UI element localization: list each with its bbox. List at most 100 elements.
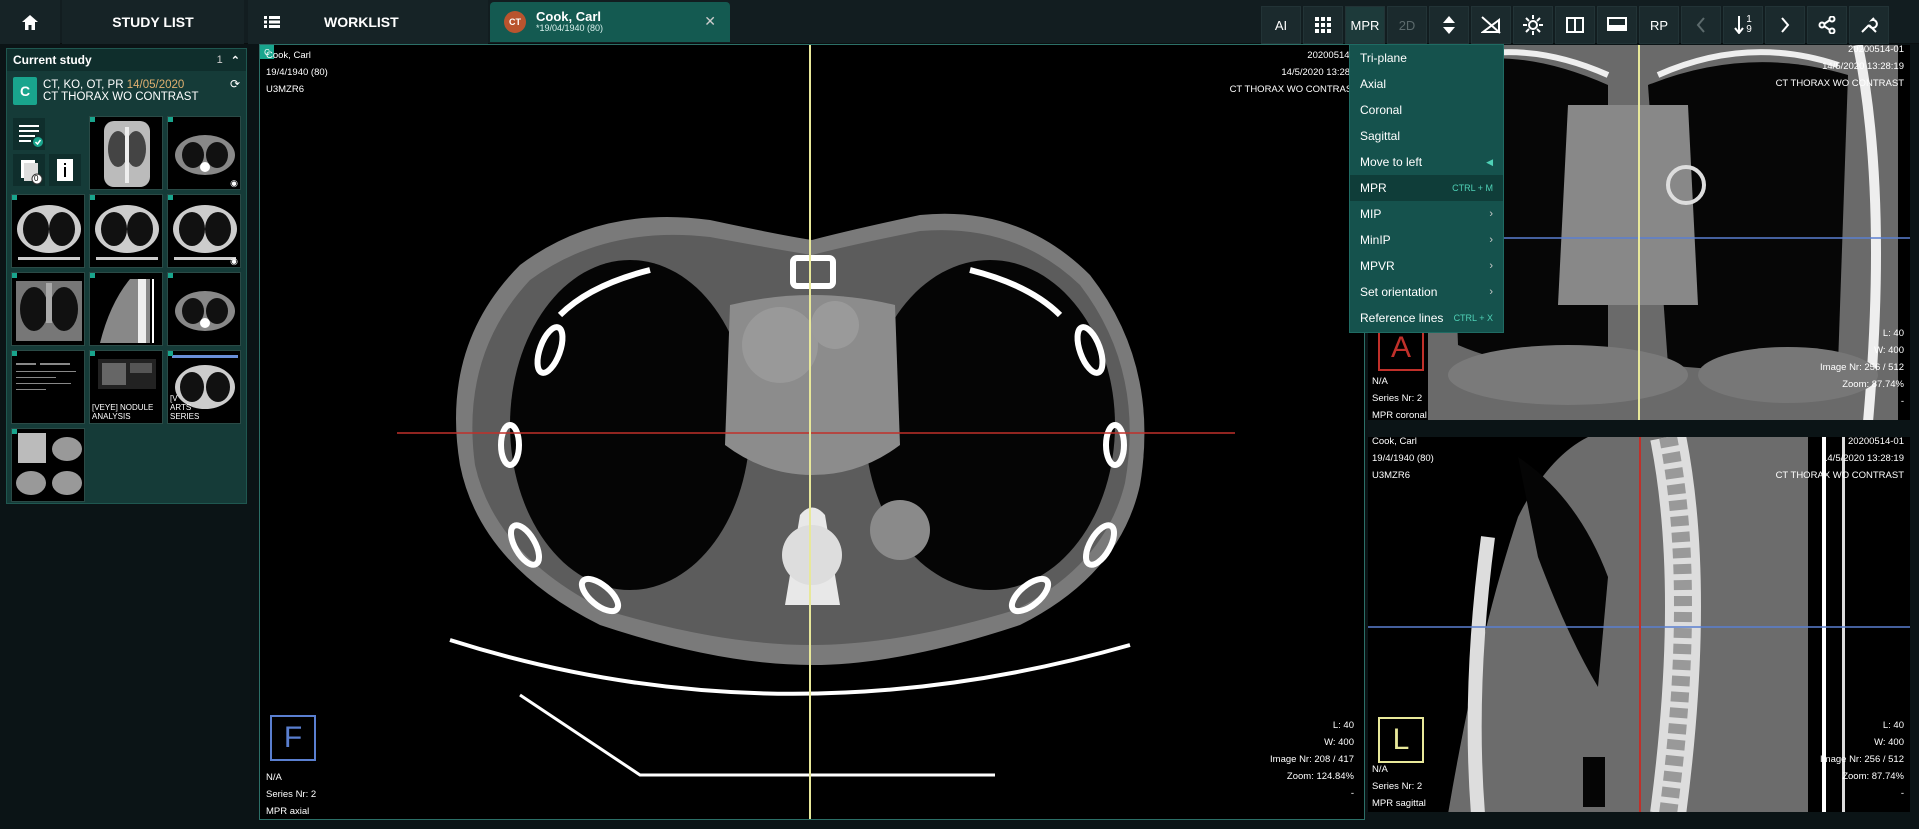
sagittal-series-info: N/A Series Nr: 2 MPR sagittal [1372, 761, 1426, 812]
menu-item-sagittal[interactable]: Sagittal [1350, 123, 1503, 149]
rp-button[interactable]: RP [1639, 6, 1679, 44]
thumb-axial-2[interactable] [167, 272, 241, 346]
study-datetime: 14/5/2020 13:28:1 [1281, 67, 1358, 78]
chevron-right-icon: › [1489, 286, 1493, 298]
thumb-scout[interactable] [89, 116, 163, 190]
thumb-coronal[interactable] [11, 272, 85, 346]
thumb-lung-1[interactable] [11, 194, 85, 268]
toolbar: AI MPR 2D RP 19 [1261, 6, 1889, 44]
thumb-report[interactable]: 0 [11, 116, 85, 190]
menu-item-mpvr[interactable]: MPVR › [1350, 253, 1503, 279]
coronal-window-info: L: 40 W: 400 Image Nr: 256 / 512 Zoom: 8… [1820, 325, 1904, 410]
series-number: Series Nr: 2 [1372, 781, 1423, 792]
menu-item-mip[interactable]: MIP › [1350, 201, 1503, 227]
next-button[interactable] [1765, 6, 1805, 44]
study-list-button[interactable]: STUDY LIST [62, 0, 244, 44]
menu-item-minip[interactable]: MinIP › [1350, 227, 1503, 253]
eye-icon[interactable]: ◉ [230, 256, 238, 267]
thumb-arts-series[interactable]: [V ARTS SERIES [167, 350, 241, 424]
home-button[interactable] [0, 0, 60, 44]
na-label: N/A [266, 772, 282, 783]
documents-count: 0 [34, 174, 39, 183]
study-modalities: CT, KO, OT, PR 14/05/2020 [43, 79, 198, 91]
thumb-nodule-analysis[interactable]: [VEYE] NODULE ANALYSIS [89, 350, 163, 424]
arrow-down-icon [1734, 16, 1744, 34]
current-study-header[interactable]: Current study 1 ⌃ [7, 49, 246, 71]
menu-item-mpr[interactable]: MPR CTRL + M [1350, 175, 1503, 201]
thumb-lung-2[interactable] [89, 194, 163, 268]
menu-item-label: Coronal [1360, 103, 1403, 117]
menu-item-reference-lines[interactable]: Reference lines CTRL + X [1350, 305, 1503, 331]
image-number: Image Nr: 208 / 417 [1270, 754, 1354, 765]
study-description: CT THORAX WO CONTRAST [43, 91, 199, 103]
study-date: 14/05/2020 [126, 79, 185, 91]
axial-series-info: N/A Series Nr: 2 MPR axial [266, 769, 317, 819]
sun-icon [1523, 15, 1543, 35]
menu-item-tri-plane[interactable]: Tri-plane [1350, 45, 1503, 71]
worklist-button[interactable]: WORKLIST [248, 0, 488, 44]
share-button[interactable] [1807, 6, 1847, 44]
sagittal-study-info: 20200514-01 14/5/2020 13:28:19 CT THORAX… [1776, 437, 1904, 484]
layout-grid-button[interactable] [1303, 6, 1343, 44]
triangle-left-icon: ◀ [1486, 156, 1493, 167]
axial-patient-info: Cook, Carl 19/4/1940 (80) U3MZR6 [266, 47, 328, 98]
thumb-data-sheet[interactable] [11, 350, 85, 424]
info-icon[interactable] [49, 154, 81, 186]
menu-item-coronal[interactable]: Coronal [1350, 97, 1503, 123]
refresh-icon[interactable]: ⟳ [230, 77, 240, 91]
patient-tab-dob: *19/04/1940 (80) [536, 23, 604, 33]
axial-viewport[interactable]: C Cook, Carl 19/4/1940 (80) U3MZR6 20200… [259, 44, 1365, 820]
zoom-level: Zoom: 124.84% [1286, 771, 1354, 782]
overlay-button[interactable] [1597, 6, 1637, 44]
menu-item-label: Sagittal [1360, 129, 1401, 143]
scroll-button[interactable] [1429, 6, 1469, 44]
patient-tab[interactable]: CT Cook, Carl *19/04/1940 (80) ✕ [490, 2, 730, 42]
series-thumbnails: 0 ◉ ◉ [VEYE] NODULE ANALYSIS [V ARTS SER… [11, 116, 241, 502]
patient-id: U3MZR6 [1372, 470, 1411, 481]
chevron-right-icon: › [1489, 208, 1493, 220]
rp-label: RP [1649, 17, 1669, 33]
mpr-button[interactable]: MPR [1345, 6, 1385, 44]
menu-item-axial[interactable]: Axial [1350, 71, 1503, 97]
2d-button[interactable]: 2D [1387, 6, 1427, 44]
dash: - [1350, 788, 1354, 799]
ai-label: AI [1274, 17, 1288, 33]
chevron-right-icon: › [1489, 234, 1493, 246]
sagittal-window-info: L: 40 W: 400 Image Nr: 256 / 512 Zoom: 8… [1820, 717, 1904, 802]
orientation-marker-l[interactable]: L [1378, 717, 1424, 763]
menu-item-label: Tri-plane [1360, 51, 1407, 65]
study-entry[interactable]: C CT, KO, OT, PR 14/05/2020 CT THORAX WO… [7, 71, 246, 111]
window-level-button[interactable] [1513, 6, 1553, 44]
study-list-label: STUDY LIST [112, 14, 194, 30]
study-datetime: 14/5/2020 13:28:19 [1822, 61, 1904, 72]
window-level: L: 40 [1882, 720, 1904, 731]
chevron-up-icon[interactable]: ⌃ [231, 54, 240, 67]
study-date-code: 20200514-0 [1307, 50, 1358, 61]
study-count: 1 [216, 54, 223, 66]
series-number: Series Nr: 2 [1372, 393, 1423, 404]
prev-button[interactable] [1681, 6, 1721, 44]
sagittal-patient-info: Cook, Carl 19/4/1940 (80) U3MZR6 [1372, 437, 1434, 484]
menu-item-move-to-left[interactable]: Move to left ◀ [1350, 149, 1503, 175]
thumb-composite[interactable] [11, 428, 85, 502]
series-number: Series Nr: 2 [266, 789, 317, 800]
eye-icon[interactable]: ◉ [230, 178, 238, 189]
study-desc: CT THORAX WO CONTRAST [1229, 84, 1358, 95]
worklist-label: WORKLIST [324, 14, 399, 30]
thumb-axial-mediastinum[interactable]: ◉ [167, 116, 241, 190]
dash: - [1900, 396, 1904, 407]
sagittal-viewport[interactable]: Cook, Carl 19/4/1940 (80) U3MZR6 2020051… [1367, 436, 1911, 813]
tools-button[interactable] [1849, 6, 1889, 44]
na-label: N/A [1372, 764, 1388, 775]
sort-button[interactable]: 19 [1723, 6, 1763, 44]
thumb-lung-3[interactable]: ◉ [167, 194, 241, 268]
study-desc: CT THORAX WO CONTRAST [1775, 78, 1904, 89]
menu-item-set-orientation[interactable]: Set orientation › [1350, 279, 1503, 305]
orientation-marker-f[interactable]: F [270, 715, 316, 761]
no-measure-button[interactable] [1471, 6, 1511, 44]
split-view-button[interactable] [1555, 6, 1595, 44]
ai-button[interactable]: AI [1261, 6, 1301, 44]
thumb-sagittal[interactable] [89, 272, 163, 346]
close-icon[interactable]: ✕ [704, 13, 716, 30]
window-level: L: 40 [1332, 720, 1354, 731]
